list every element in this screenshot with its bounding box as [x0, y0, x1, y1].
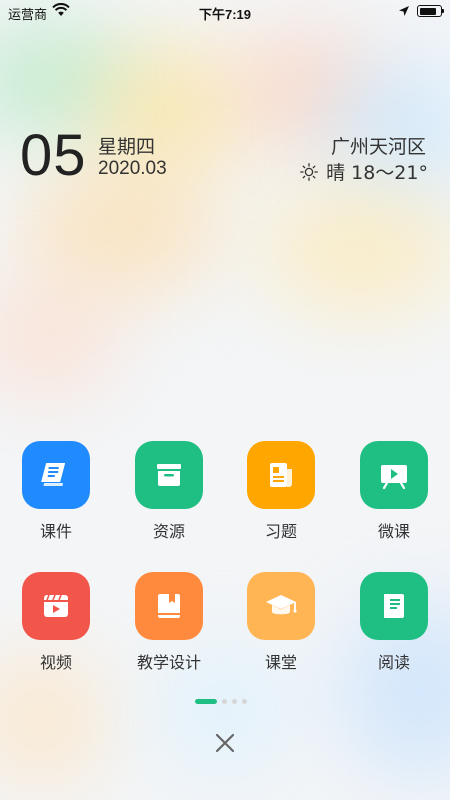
app-resources[interactable]: 资源	[119, 441, 219, 542]
status-bar: 运营商 下午7:19	[0, 0, 450, 24]
page-dot[interactable]	[242, 698, 247, 704]
location-city: 广州天河区	[330, 136, 426, 158]
app-icon-tile[interactable]	[135, 572, 203, 640]
app-label: 教学设计	[136, 653, 201, 672]
weather-text: 晴 18～21°	[326, 162, 428, 184]
archive-box-icon	[157, 464, 181, 486]
app-reading[interactable]: 阅读	[344, 572, 444, 673]
app-label: 微课	[377, 522, 410, 541]
weather-info: 晴 18～21°	[300, 158, 428, 185]
app-exercises[interactable]: 习题	[231, 441, 331, 542]
date-year-month: 2020.03	[98, 158, 167, 179]
app-icon-tile[interactable]	[22, 572, 90, 640]
app-teaching-design[interactable]: 教学设计	[119, 572, 219, 673]
bookmark-book-icon	[158, 594, 180, 618]
location-arrow-icon	[399, 6, 409, 16]
app-label: 课堂	[264, 653, 297, 672]
app-courseware[interactable]: 课件	[6, 441, 106, 542]
sun-icon	[300, 162, 318, 181]
video-clapper-icon	[44, 594, 68, 617]
app-icon-tile[interactable]	[247, 441, 315, 509]
document-icon	[270, 463, 292, 487]
page-dot[interactable]	[222, 698, 227, 704]
date-day: 05	[20, 123, 87, 188]
app-icon-tile[interactable]	[135, 441, 203, 509]
graduation-cap-icon	[266, 595, 297, 615]
reading-book-icon	[384, 594, 404, 618]
app-videos[interactable]: 视频	[6, 572, 106, 673]
book-icon	[41, 463, 66, 486]
app-icon-tile[interactable]	[360, 441, 428, 509]
app-icon-tile[interactable]	[247, 572, 315, 640]
app-label: 资源	[152, 522, 185, 541]
play-board-icon	[381, 465, 407, 490]
date-weekday: 星期四	[98, 136, 156, 158]
app-icon-tile[interactable]	[22, 441, 90, 509]
app-label: 阅读	[377, 653, 410, 672]
battery-icon	[417, 5, 444, 17]
app-icon-tile[interactable]	[360, 572, 428, 640]
app-label: 视频	[39, 653, 72, 672]
close-icon[interactable]	[213, 731, 237, 755]
page-dot[interactable]	[232, 698, 237, 704]
status-time: 下午7:19	[198, 7, 252, 22]
page-dot-active[interactable]	[195, 698, 217, 704]
page-indicator[interactable]	[195, 698, 247, 704]
app-label: 习题	[264, 522, 297, 541]
app-classroom[interactable]: 课堂	[231, 572, 331, 673]
app-label: 课件	[39, 522, 72, 541]
app-microlessons[interactable]: 微课	[344, 441, 444, 542]
